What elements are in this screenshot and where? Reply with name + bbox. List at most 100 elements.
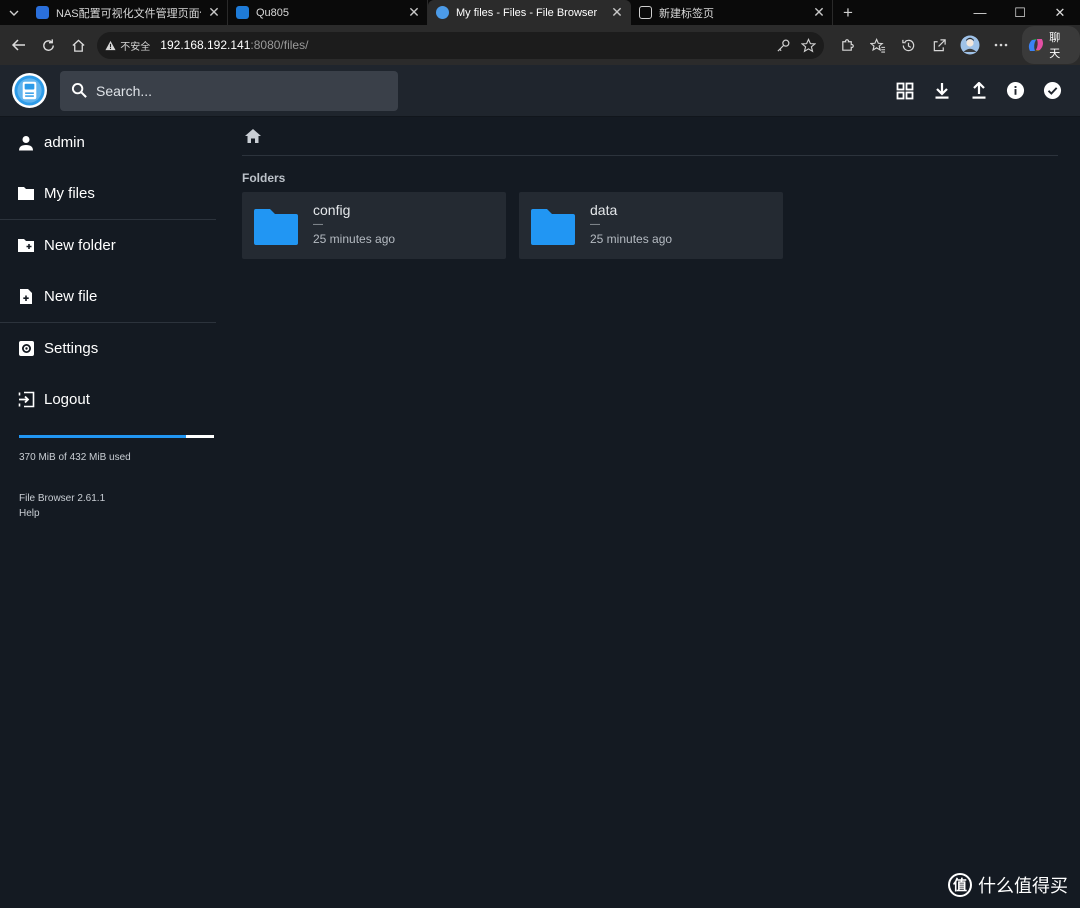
address-bar[interactable]: 不安全 192.168.192.141:8080/files/ [97,31,824,59]
folder-name: config [313,201,351,218]
grid-view-icon [896,82,913,99]
search-box[interactable]: Search... [60,70,398,111]
tab-title: 新建标签页 [659,7,714,20]
site-favicon-icon [36,6,49,19]
search-input[interactable]: Search... [96,83,152,99]
sidebar-item-label: My files [44,185,95,202]
sidebar: admin My files New folder New file Setti… [0,117,216,908]
favorites-button[interactable] [863,30,894,60]
sidebar-item-label: New folder [44,237,116,254]
tab-close-icon[interactable]: ✕ [207,4,221,21]
tab-close-icon[interactable]: ✕ [407,4,421,21]
security-warning[interactable]: 不安全 [105,38,150,53]
key-icon[interactable] [776,38,791,53]
site-watermark: 值 什么值得买 [948,872,1068,898]
info-button[interactable] [1002,77,1029,104]
folder-modified: 25 minutes ago [313,231,396,246]
home-outline-icon [72,38,85,52]
share-icon [933,38,946,51]
credits: File Browser 2.61.1 Help [0,491,216,521]
tab-close-icon[interactable]: ✕ [610,4,624,21]
browser-toolbar: 不安全 192.168.192.141:8080/files/ 聊天 [0,25,1080,65]
history-button[interactable] [893,30,924,60]
more-options-button[interactable] [986,30,1017,60]
usage-text: 370 MiB of 432 MiB used [19,452,131,463]
browser-tab-1[interactable]: NAS配置可视化文件管理页面保姆 ✕ [28,0,228,25]
browser-tab-4[interactable]: 新建标签页 ✕ [631,0,833,25]
file-browser-favicon-icon [436,6,449,19]
folder-modified: 25 minutes ago [590,231,673,246]
watermark-logo: 值 [948,873,972,897]
warning-triangle-icon [105,40,116,50]
more-horizontal-icon [994,43,1008,47]
search-icon [71,82,87,98]
copilot-icon [1029,39,1044,52]
folder-item-data[interactable]: data — 25 minutes ago [519,192,783,259]
settings-icon [17,340,35,358]
favorites-star-icon [870,37,886,53]
sidebar-item-label: New file [44,288,98,305]
username-label: admin [44,134,85,151]
version-label: File Browser 2.61.1 [19,493,106,504]
history-icon [902,39,915,51]
app-header: Search... [0,65,1080,117]
logout-icon [17,391,35,409]
close-window-button[interactable]: ✕ [1040,0,1080,25]
folder-name: data [590,201,618,218]
maximize-button[interactable]: ☐ [1000,0,1040,25]
file-browser-logo-icon [14,75,45,106]
chat-label: 聊天 [1049,32,1061,60]
sidebar-item-my-files[interactable]: My files [0,168,216,219]
browser-tab-active[interactable]: My files - Files - File Browser ✕ [428,0,631,25]
browser-tab-strip: NAS配置可视化文件管理页面保姆 ✕ Qu805 ✕ My files - Fi… [0,0,1080,25]
tab-close-icon[interactable]: ✕ [812,4,826,21]
url-host: 192.168.192.141 [160,38,251,52]
info-icon [1006,81,1025,100]
new-tab-button[interactable]: + [833,0,863,25]
toggle-view-button[interactable] [891,77,918,104]
refresh-icon [43,38,55,51]
folder-icon [531,208,575,245]
select-multiple-button[interactable] [1039,77,1066,104]
star-outline-icon[interactable] [800,37,816,53]
tab-title: My files - Files - File Browser [456,6,598,19]
sidebar-item-user[interactable]: admin [0,117,216,168]
storage-usage: 370 MiB of 432 MiB used [0,435,216,463]
sidebar-item-settings[interactable]: Settings [0,323,216,374]
profile-button[interactable] [955,30,986,60]
home-icon[interactable] [244,128,262,144]
browser-tab-2[interactable]: Qu805 ✕ [228,0,428,25]
main-content: Folders config — 25 minutes ago data — 2… [242,117,1058,259]
security-label: 不安全 [120,41,151,53]
puzzle-icon [841,38,854,51]
sidebar-item-new-folder[interactable]: New folder [0,220,216,271]
tab-title: NAS配置可视化文件管理页面保姆 [56,7,201,20]
avatar-icon [960,35,980,55]
share-button[interactable] [924,30,955,60]
folder-size: — [590,218,600,230]
home-button[interactable] [64,30,94,60]
usage-progress-bar [19,435,214,438]
sidebar-item-logout[interactable]: Logout [0,374,216,425]
folder-item-config[interactable]: config — 25 minutes ago [242,192,506,259]
minimize-button[interactable]: — [960,0,1000,25]
extensions-button[interactable] [832,30,863,60]
help-link[interactable]: Help [19,506,216,521]
download-button[interactable] [928,77,955,104]
check-circle-icon [1043,81,1062,100]
section-title-folders: Folders [242,171,286,185]
chevron-down-icon [9,10,19,16]
copilot-chat-button[interactable]: 聊天 [1022,26,1080,64]
sidebar-item-new-file[interactable]: New file [0,271,216,322]
person-icon [17,134,35,152]
back-button[interactable] [4,30,34,60]
file-browser-logo[interactable] [12,73,47,108]
breadcrumb [242,117,1058,156]
sidebar-item-label: Settings [44,340,99,357]
upload-icon [972,81,985,99]
url-path: :8080/files/ [250,38,309,52]
upload-button[interactable] [965,77,992,104]
tab-title: Qu805 [256,6,290,19]
tab-actions-menu[interactable] [0,0,28,25]
refresh-button[interactable] [34,30,64,60]
